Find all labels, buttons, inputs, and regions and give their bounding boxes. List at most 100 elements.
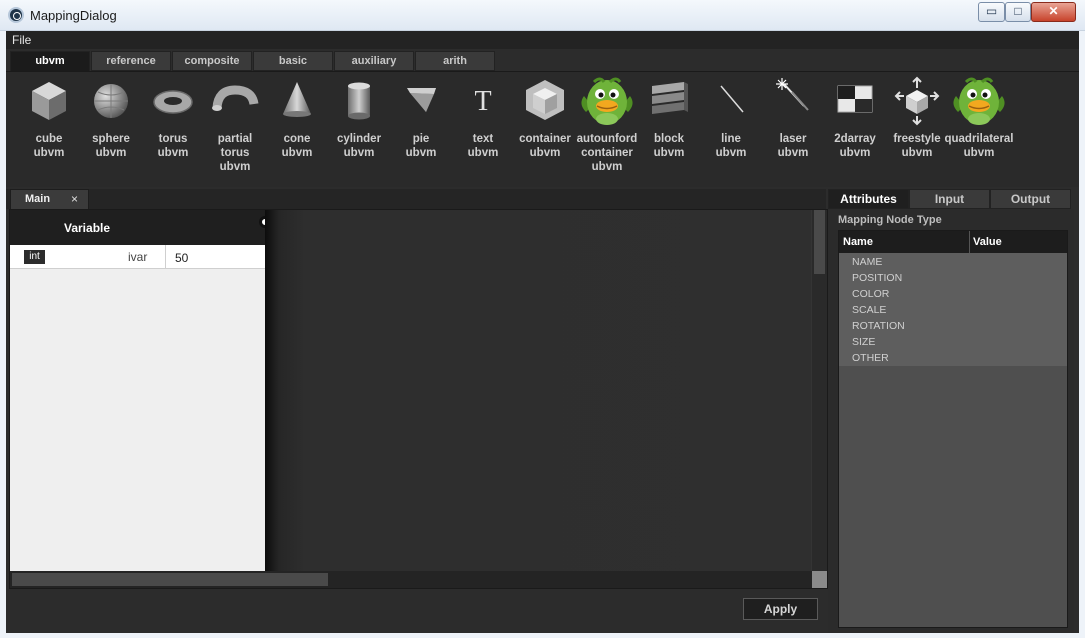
close-icon[interactable]: × (71, 192, 78, 206)
palette-item[interactable]: autounford container ubvm (576, 74, 638, 184)
palette-item-label-line: ubvm (777, 147, 809, 159)
palette-item-label: quadrilateral ubvm (944, 132, 1014, 160)
palette-item-label-line: container (581, 147, 633, 159)
variable-row[interactable]: int ivar 50 (10, 245, 265, 269)
palette-item-label-line: ubvm (467, 147, 499, 159)
minimize-button[interactable]: ▭ (978, 2, 1005, 22)
column-value-header[interactable]: Value (973, 236, 1002, 248)
tab-ubvm[interactable]: ubvm (10, 51, 90, 72)
attribute-rows: NAME POSITION COLOR SCALE ROTATION SIZE OTHER (839, 253, 1067, 366)
palette-item-label: 2darray ubvm (820, 132, 890, 160)
palette-item-label: partial torus ubvm (200, 132, 270, 174)
column-separator[interactable] (969, 231, 970, 253)
variable-panel: Variable int ivar 50 (10, 210, 265, 571)
palette-item-label-line: ubvm (963, 147, 995, 159)
tab-output[interactable]: Output (990, 189, 1071, 209)
variable-header-label: Variable (64, 221, 111, 235)
menu-file[interactable]: File (12, 33, 31, 47)
2darray-icon (824, 74, 886, 132)
svg-text:T: T (474, 86, 491, 117)
palette-item-label: sphere ubvm (76, 132, 146, 160)
tab-basic[interactable]: basic (253, 51, 333, 71)
attribute-table: Name Value NAME POSITION COLOR SCALE ROTATIO… (838, 230, 1068, 628)
palette-item[interactable]: torus ubvm (142, 74, 204, 184)
palette-item[interactable]: block ubvm (638, 74, 700, 184)
palette-item-label-line: torus (158, 133, 188, 145)
duck-icon (576, 74, 638, 132)
horizontal-scroll-thumb[interactable] (12, 573, 328, 586)
vertical-scrollbar[interactable] (812, 210, 827, 571)
mapping-node-type-label: Mapping Node Type (838, 214, 942, 226)
palette-item-label-line: ubvm (95, 147, 127, 159)
attribute-row[interactable]: POSITION (852, 272, 902, 284)
palette-item[interactable]: pie ubvm (390, 74, 452, 184)
close-button[interactable]: ✕ (1031, 2, 1076, 22)
tab-composite[interactable]: composite (172, 51, 252, 71)
palette-item-label-line: ubvm (839, 147, 871, 159)
freestyle-icon (886, 74, 948, 132)
partial-torus-icon (204, 74, 266, 132)
attribute-row[interactable]: NAME (852, 256, 882, 268)
tab-input[interactable]: Input (909, 189, 990, 209)
column-name-header[interactable]: Name (843, 236, 873, 248)
palette-item-label-line: partial (217, 133, 253, 145)
cylinder-icon (328, 74, 390, 132)
attribute-row[interactable]: ROTATION (852, 320, 905, 332)
palette-item-label-line: ubvm (219, 161, 251, 173)
block-icon (638, 74, 700, 132)
variable-type-badge: int (24, 250, 45, 264)
palette-item-label-line: ubvm (715, 147, 747, 159)
maximize-button[interactable]: □ (1005, 2, 1031, 22)
palette-item-label-line: ubvm (33, 147, 65, 159)
attribute-tab-bar: Attributes Input Output (828, 189, 1074, 209)
apply-button[interactable]: Apply (743, 598, 818, 620)
palette-item-label: block ubvm (634, 132, 704, 160)
palette-item[interactable]: sphere ubvm (80, 74, 142, 184)
line-icon (700, 74, 762, 132)
torus-icon (142, 74, 204, 132)
graph-canvas[interactable] (265, 210, 811, 571)
palette-item[interactable]: container ubvm (514, 74, 576, 184)
node-palette: cube ubvm sphere ubvm torus ubvm partial torus u… (6, 71, 1079, 187)
palette-item-label-line: laser (779, 133, 807, 145)
palette-item-label-line: line (721, 133, 741, 145)
palette-item[interactable]: line ubvm (700, 74, 762, 184)
palette-item-label: laser ubvm (758, 132, 828, 160)
palette-item-label: autounford container ubvm (572, 132, 642, 174)
title-bar: MappingDialog ▭ □ ✕ (0, 0, 1085, 31)
attribute-row[interactable]: SIZE (852, 336, 875, 348)
attribute-row[interactable]: OTHER (852, 352, 889, 364)
palette-item-label-line: ubvm (281, 147, 313, 159)
palette-item[interactable]: Ttext ubvm (452, 74, 514, 184)
palette-item-label: freestyle ubvm (882, 132, 952, 160)
variable-value-field[interactable]: 50 (175, 251, 188, 265)
palette-item-label-line: ubvm (343, 147, 375, 159)
horizontal-scrollbar[interactable] (10, 571, 812, 588)
palette-item[interactable]: quadrilateral ubvm (944, 74, 1014, 184)
variable-name: ivar (128, 250, 148, 264)
palette-item[interactable]: 2darray ubvm (824, 74, 886, 184)
editor-tab-bar: Main × (6, 189, 826, 210)
tab-arith[interactable]: arith (415, 51, 495, 71)
dialog-client-area: File ubvm reference composite basic auxi… (6, 31, 1079, 633)
attribute-row[interactable]: COLOR (852, 288, 889, 300)
palette-item[interactable]: freestyle ubvm (886, 74, 948, 184)
tab-attributes[interactable]: Attributes (828, 189, 909, 209)
palette-item-label-line: cone (283, 133, 311, 145)
window-title: MappingDialog (30, 8, 117, 23)
tab-main[interactable]: Main × (10, 189, 89, 210)
attribute-row[interactable]: SCALE (852, 304, 886, 316)
palette-item[interactable]: cone ubvm (266, 74, 328, 184)
palette-item[interactable]: partial torus ubvm (204, 74, 266, 184)
palette-item-label-line: container (519, 133, 571, 145)
tab-auxiliary[interactable]: auxiliary (334, 51, 414, 71)
palette-item-label-line: ubvm (901, 147, 933, 159)
palette-item[interactable]: laser ubvm (762, 74, 824, 184)
palette-item[interactable]: cylinder ubvm (328, 74, 390, 184)
tab-reference[interactable]: reference (91, 51, 171, 71)
vertical-scroll-thumb[interactable] (814, 210, 825, 274)
app-icon (8, 7, 24, 23)
palette-item-label-line: pie (412, 133, 430, 145)
cone-icon (266, 74, 328, 132)
palette-item[interactable]: cube ubvm (18, 74, 80, 184)
